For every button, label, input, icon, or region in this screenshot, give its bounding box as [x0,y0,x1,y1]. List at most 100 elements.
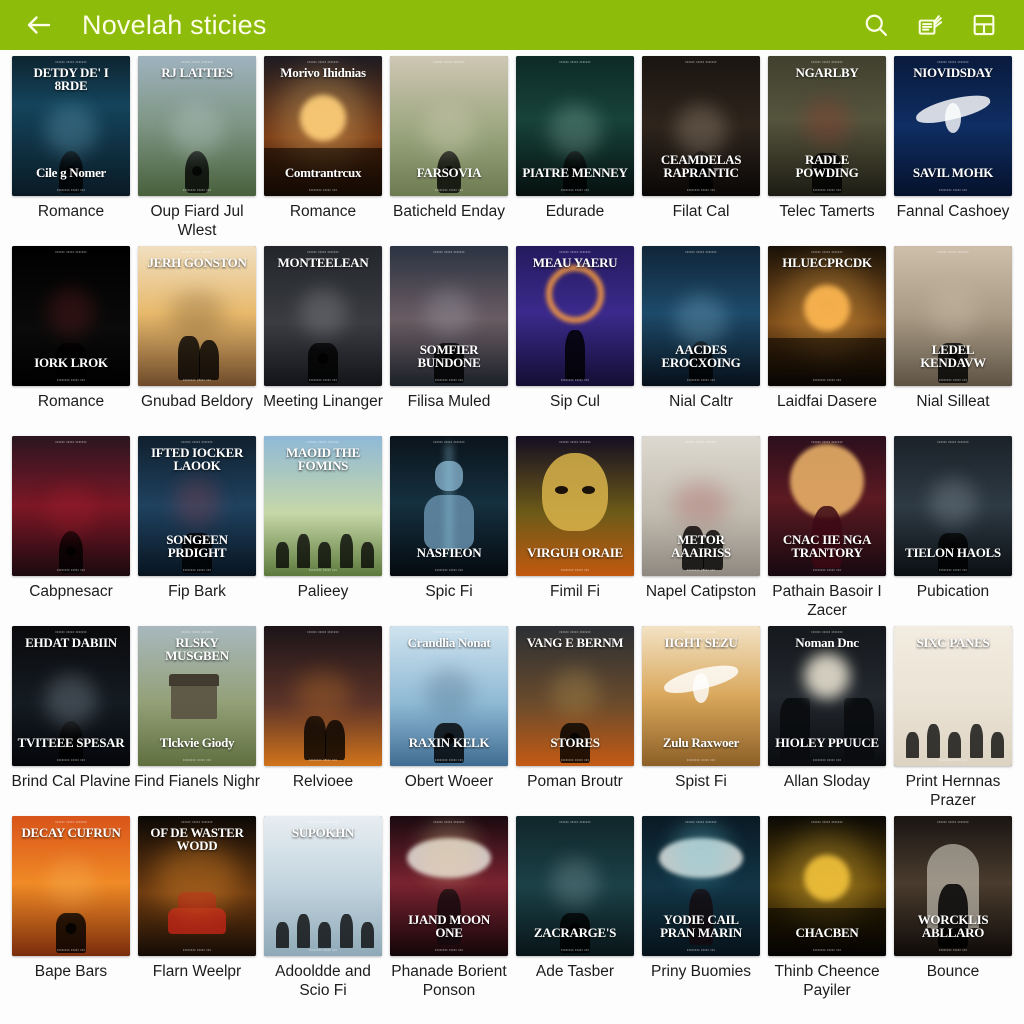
book-cover[interactable]: •••••• ••••• ••••••• EHDAT DABIIN TVITEEE … [12,626,130,766]
book-card[interactable]: •••••• ••••• ••••••• NIOVIDSDAY SAVIL MOHK… [890,56,1016,246]
book-cover[interactable]: •••••• ••••• ••••••• CEAMDELAS RAPRANTIC •… [642,56,760,196]
library-button[interactable] [908,3,952,47]
book-card[interactable]: •••••• ••••• ••••••• OF DE WASTER WODD •••… [134,816,260,1006]
book-card[interactable]: •••••• ••••• ••••••• MAOID THE FOMINS ••••… [260,436,386,626]
book-card[interactable]: •••••• ••••• ••••••• IFTED IOCKER LAOOK SO… [134,436,260,626]
book-card[interactable]: •••••• ••••• ••••••• SOMFIER BUNDONE •••••… [386,246,512,436]
book-card[interactable]: •••••• ••••• ••••••• IJAND MOON ONE ••••••… [386,816,512,1006]
book-card[interactable]: •••••• ••••• ••••••• CNAC IIE NGA TRANTOR… [764,436,890,626]
book-card[interactable]: •••••• ••••• ••••••• VIRGUH ORAIE ••••••••… [512,436,638,626]
book-card[interactable]: •••••• ••••• ••••••• HLUECPRCDK •••••••• •… [764,246,890,436]
book-card[interactable]: •••••• ••••• ••••••• SUPOKHN •••••••• ••••… [260,816,386,1006]
book-card[interactable]: •••••• ••••• ••••••• YODIE CAIL PRAN MARI… [638,816,764,1006]
book-card[interactable]: •••••• ••••• ••••••• •••••••• ••••• ••• Re… [260,626,386,816]
book-card[interactable]: •••••• ••••• ••••••• VANG E BERNM STORES ••… [512,626,638,816]
book-cover[interactable]: •••••• ••••• ••••••• •••••••• ••••• ••• [12,436,130,576]
book-grid[interactable]: •••••• ••••• ••••••• DETDY DE' I 8RDE Cile… [0,50,1024,1024]
book-card[interactable]: •••••• ••••• ••••••• Morivo Ihidnіas Comtr… [260,56,386,246]
book-cover[interactable]: •••••• ••••• ••••••• JERH GONSTON ••••••••… [138,246,256,386]
book-card[interactable]: •••••• ••••• ••••••• CHACBEN •••••••• ••••… [764,816,890,1006]
book-card[interactable]: •••••• ••••• ••••••• FARSOVIA •••••••• •••… [386,56,512,246]
cover-credits-top: •••••• ••••• ••••••• [559,439,591,444]
book-card[interactable]: •••••• ••••• ••••••• EHDAT DABIIN TVITEEE … [8,626,134,816]
book-cover[interactable]: •••••• ••••• ••••••• MAOID THE FOMINS ••••… [264,436,382,576]
book-card[interactable]: •••••• ••••• ••••••• METOR AAAIRISS ••••••… [638,436,764,626]
book-card[interactable]: •••••• ••••• ••••••• LEDEL KENDAVW •••••••… [890,246,1016,436]
book-card[interactable]: •••••• ••••• ••••••• PIATRE MENNEY •••••••… [512,56,638,246]
cover-credits-top: •••••• ••••• ••••••• [55,819,87,824]
book-card[interactable]: •••••• ••••• ••••••• RJ LATTIES •••••••• •… [134,56,260,246]
book-card[interactable]: •••••• ••••• ••••••• IIGHT SEZU Zulu Raxwo… [638,626,764,816]
book-cover[interactable]: •••••• ••••• ••••••• Morivo Ihidnіas Comtr… [264,56,382,196]
book-card[interactable]: •••••• ••••• ••••••• •••••••• ••••• ••• Ca… [8,436,134,626]
book-card[interactable]: •••••• ••••• ••••••• CEAMDELAS RAPRANTIC •… [638,56,764,246]
book-cover[interactable]: •••••• ••••• ••••••• AACDES EROCXOING ••••… [642,246,760,386]
book-card[interactable]: •••••• ••••• ••••••• DETDY DE' I 8RDE Cile… [8,56,134,246]
book-cover[interactable]: •••••• ••••• ••••••• IFTED IOCKER LAOOK SO… [138,436,256,576]
book-cover[interactable]: •••••• ••••• ••••••• METOR AAAIRISS ••••••… [642,436,760,576]
book-card[interactable]: •••••• ••••• ••••••• IORK LROK •••••••• ••… [8,246,134,436]
book-card[interactable]: •••••• ••••• ••••••• SIXC PANES •••••••• •… [890,626,1016,816]
cover-title-bottom: ZACRARGE'S [533,924,617,940]
book-cover[interactable]: •••••• ••••• ••••••• Noman Dnc HIOLEY PPUU… [768,626,886,766]
book-card[interactable]: •••••• ••••• ••••••• NASFIEON •••••••• •••… [386,436,512,626]
book-card[interactable]: •••••• ••••• ••••••• DECAY CUFRUN ••••••••… [8,816,134,1006]
book-card[interactable]: •••••• ••••• ••••••• RLSKY MUSGBEN Tlckvie… [134,626,260,816]
book-cover[interactable]: •••••• ••••• ••••••• RLSKY MUSGBEN Tlckvie… [138,626,256,766]
search-button[interactable] [854,3,898,47]
book-card[interactable]: •••••• ••••• ••••••• TIELON HAOLS ••••••••… [890,436,1016,626]
book-label: Thinb Cheence Payiler [774,963,880,999]
book-label: Sip Cul [550,393,600,410]
book-cover[interactable]: •••••• ••••• ••••••• LEDEL KENDAVW •••••••… [894,246,1012,386]
bookshelf-icon [916,11,944,39]
book-cover[interactable]: •••••• ••••• ••••••• DECAY CUFRUN ••••••••… [12,816,130,956]
book-cover[interactable]: •••••• ••••• ••••••• FARSOVIA •••••••• •••… [390,56,508,196]
book-card[interactable]: •••••• ••••• ••••••• MONTEELEAN •••••••• •… [260,246,386,436]
book-card[interactable]: •••••• ••••• ••••••• MEAU YAERU •••••••• •… [512,246,638,436]
book-card[interactable]: •••••• ••••• ••••••• Noman Dnc HIOLEY PPUU… [764,626,890,816]
back-button[interactable] [22,8,56,42]
cover-credits-top: •••••• ••••• ••••••• [685,629,717,634]
book-cover[interactable]: •••••• ••••• ••••••• IJAND MOON ONE ••••••… [390,816,508,956]
cover-title-bottom: TIELON HAOLS [905,544,1001,560]
book-cover[interactable]: •••••• ••••• ••••••• DETDY DE' I 8RDE Cile… [12,56,130,196]
book-cover[interactable]: •••••• ••••• ••••••• SOMFIER BUNDONE •••••… [390,246,508,386]
cover-title-top: OF DE WASTER WODD [150,824,244,854]
book-card[interactable]: •••••• ••••• ••••••• AACDES EROCXOING ••••… [638,246,764,436]
book-cover[interactable]: •••••• ••••• ••••••• PIATRE MENNEY •••••••… [516,56,634,196]
book-cover[interactable]: •••••• ••••• ••••••• IORK LROK •••••••• ••… [12,246,130,386]
book-card[interactable]: •••••• ••••• ••••••• Crandlia Nonat RAXIN … [386,626,512,816]
book-card[interactable]: •••••• ••••• ••••••• NGARLBY RADLE POWDING… [764,56,890,246]
book-cover[interactable]: •••••• ••••• ••••••• VIRGUH ORAIE ••••••••… [516,436,634,576]
book-cover[interactable]: •••••• ••••• ••••••• VANG E BERNM STORES ••… [516,626,634,766]
book-cover[interactable]: •••••• ••••• ••••••• ZACRARGE'S •••••••• •… [516,816,634,956]
book-label: Bounce [926,963,980,980]
book-cover[interactable]: •••••• ••••• ••••••• RJ LATTIES •••••••• •… [138,56,256,196]
book-cover[interactable]: •••••• ••••• ••••••• •••••••• ••••• ••• [264,626,382,766]
cover-title-bottom: SONGEEN PRDIGHT [166,531,228,560]
book-cover[interactable]: •••••• ••••• ••••••• NIOVIDSDAY SAVIL MOHK… [894,56,1012,196]
book-card[interactable]: •••••• ••••• ••••••• ZACRARGE'S •••••••• •… [512,816,638,1006]
book-cover[interactable]: •••••• ••••• ••••••• HLUECPRCDK •••••••• •… [768,246,886,386]
book-cover[interactable]: •••••• ••••• ••••••• SUPOKHN •••••••• ••••… [264,816,382,956]
book-cover[interactable]: •••••• ••••• ••••••• SIXC PANES •••••••• •… [894,626,1012,766]
book-cover[interactable]: •••••• ••••• ••••••• WORCKLIS ABLLARO ••••… [894,816,1012,956]
cover-title-top: NGARLBY [795,64,859,80]
book-cover[interactable]: •••••• ••••• ••••••• IIGHT SEZU Zulu Raxwo… [642,626,760,766]
book-cover[interactable]: •••••• ••••• ••••••• MONTEELEAN •••••••• •… [264,246,382,386]
book-label: Priny Buomies [651,963,751,980]
book-cover[interactable]: •••••• ••••• ••••••• OF DE WASTER WODD •••… [138,816,256,956]
book-card[interactable]: •••••• ••••• ••••••• WORCKLIS ABLLARO ••••… [890,816,1016,1006]
book-cover[interactable]: •••••• ••••• ••••••• CNAC IIE NGA TRANTOR… [768,436,886,576]
cover-credits-bottom: •••••••• ••••• ••• [434,567,464,572]
reader-button[interactable] [962,3,1006,47]
book-card[interactable]: •••••• ••••• ••••••• JERH GONSTON ••••••••… [134,246,260,436]
book-cover[interactable]: •••••• ••••• ••••••• NGARLBY RADLE POWDING… [768,56,886,196]
cover-credits-bottom: •••••••• ••••• ••• [812,757,842,762]
book-cover[interactable]: •••••• ••••• ••••••• CHACBEN •••••••• ••••… [768,816,886,956]
book-cover[interactable]: •••••• ••••• ••••••• NASFIEON •••••••• •••… [390,436,508,576]
book-cover[interactable]: •••••• ••••• ••••••• YODIE CAIL PRAN MARI… [642,816,760,956]
book-cover[interactable]: •••••• ••••• ••••••• TIELON HAOLS ••••••••… [894,436,1012,576]
book-cover[interactable]: •••••• ••••• ••••••• Crandlia Nonat RAXIN … [390,626,508,766]
book-cover[interactable]: •••••• ••••• ••••••• MEAU YAERU •••••••• •… [516,246,634,386]
